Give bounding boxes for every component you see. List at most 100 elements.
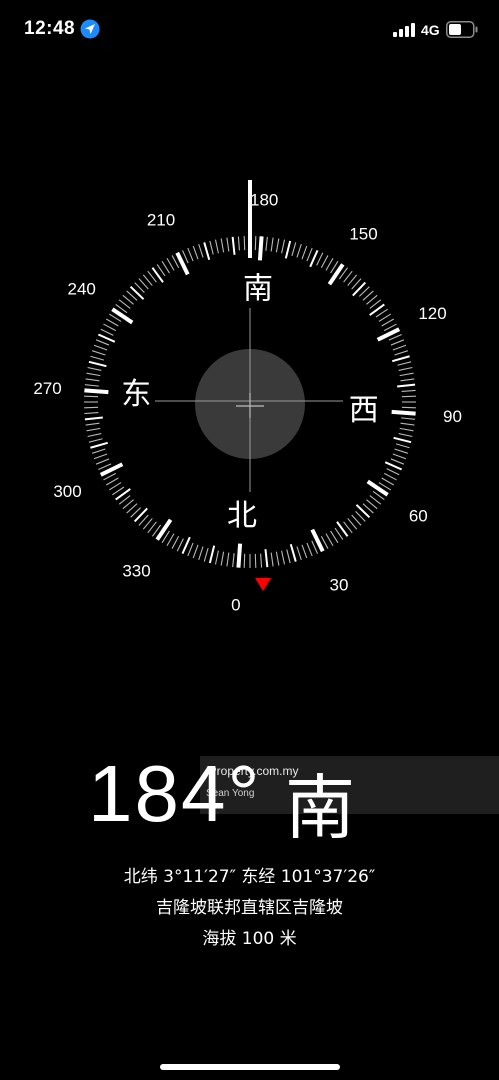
compass-tick <box>330 530 339 544</box>
compass-tick <box>142 518 153 530</box>
compass-tick <box>93 453 108 460</box>
compass-tick <box>105 477 119 486</box>
compass-tick <box>309 249 319 268</box>
coordinates-text: 北纬 3°11′27″ 东经 101°37′26″ <box>123 867 376 887</box>
compass-tick <box>270 237 274 252</box>
compass-tick <box>88 438 103 443</box>
compass-tick <box>281 550 286 565</box>
compass-tick <box>236 543 243 568</box>
compass-tick <box>192 544 199 559</box>
compass-tick <box>84 416 103 421</box>
compass-tick <box>399 372 414 377</box>
degree-label: 330 <box>122 561 150 580</box>
compass-tick <box>220 238 225 253</box>
compass-tick <box>306 247 313 262</box>
compass-tick <box>122 499 134 510</box>
compass-tick <box>289 543 297 562</box>
compass-dial: 南西北 东 180 210 240 270 300 330 0 30 60 90 120 150 <box>33 180 462 615</box>
heading-direction: 南 <box>285 767 355 849</box>
compass-tick <box>401 389 416 392</box>
compass-tick <box>397 383 416 388</box>
compass-tick <box>384 461 403 471</box>
compass-tick <box>108 482 122 491</box>
compass-tick <box>381 318 395 327</box>
compass-tick <box>265 236 268 251</box>
compass-tick <box>226 237 230 252</box>
compass-tick <box>85 422 100 426</box>
degree-label: 270 <box>33 379 61 398</box>
compass-tick <box>351 514 362 526</box>
compass-tick <box>395 443 410 449</box>
compass-tick <box>394 448 409 454</box>
compass-tick <box>192 245 199 260</box>
compass-tick <box>97 333 116 343</box>
compass-tick <box>161 260 170 274</box>
compass-tick <box>383 472 397 481</box>
compass-tick <box>208 545 216 564</box>
compass-tick <box>347 518 358 530</box>
compass-tick <box>91 448 106 454</box>
degree-label: 180 <box>250 191 278 210</box>
compass-tick <box>366 294 378 305</box>
compass-tick <box>88 360 107 368</box>
compass-tick <box>398 433 413 438</box>
compass-tick <box>198 546 204 561</box>
compass-tick <box>214 550 219 565</box>
compass-tick <box>198 243 204 258</box>
compass-tick <box>203 242 211 261</box>
compass-tick <box>84 388 109 395</box>
compass-tick <box>325 533 334 547</box>
compass-tick <box>397 361 412 366</box>
compass-tick <box>376 327 401 342</box>
compass-tick <box>320 255 329 269</box>
degree-label: 300 <box>53 482 81 501</box>
compass-tick <box>327 263 345 286</box>
compass-tick <box>301 544 308 559</box>
compass-tick <box>296 546 302 561</box>
compass-tick <box>86 372 101 377</box>
compass-tick <box>301 245 308 260</box>
compass-tick <box>275 551 280 566</box>
compass-tick <box>232 553 235 568</box>
heading-readout: 184° 南 <box>0 748 499 849</box>
compass-tick <box>393 436 412 444</box>
compass-tick <box>378 313 392 322</box>
compass-tick <box>362 290 374 301</box>
degree-label: 150 <box>349 225 377 244</box>
compass-tick <box>390 458 405 465</box>
compass-tick <box>400 378 415 382</box>
compass-tick <box>270 552 274 567</box>
degree-label: 240 <box>68 280 96 299</box>
compass-tick <box>142 274 153 286</box>
compass-tick <box>95 339 110 346</box>
compass-tick <box>226 552 230 567</box>
degree-label: 210 <box>147 211 175 230</box>
compass-tick <box>91 350 106 356</box>
home-indicator[interactable] <box>160 1064 340 1070</box>
compass-tick <box>95 458 110 465</box>
heading-degrees: 184° <box>88 749 262 838</box>
compass-tick <box>129 285 145 300</box>
compass-tick <box>291 242 297 257</box>
compass-tick <box>166 533 175 547</box>
cardinal-label-east: 东 <box>121 377 151 412</box>
compass-tick <box>231 236 236 255</box>
compass-tick <box>126 503 138 514</box>
compass-tick <box>316 252 324 266</box>
compass-tick <box>275 238 280 253</box>
compass-tick <box>155 518 173 541</box>
compass-tick <box>352 281 367 297</box>
altitude-text: 海拔 100 米 <box>202 929 297 949</box>
compass-tick <box>392 453 407 460</box>
cardinal-label-west: 西 <box>349 393 379 428</box>
compass-tick <box>392 344 407 351</box>
compass-tick <box>86 427 101 432</box>
degree-label: 120 <box>418 304 446 323</box>
compass-tick <box>100 328 114 336</box>
compass-tick <box>147 521 157 534</box>
compass-tick <box>93 344 108 351</box>
compass-tick <box>391 355 410 363</box>
compass-tick <box>355 504 371 519</box>
location-info: 北纬 3°11′27″ 东经 101°37′26″ 吉隆坡联邦直辖区吉隆坡 海拔… <box>0 862 499 955</box>
compass-tick <box>176 538 184 552</box>
